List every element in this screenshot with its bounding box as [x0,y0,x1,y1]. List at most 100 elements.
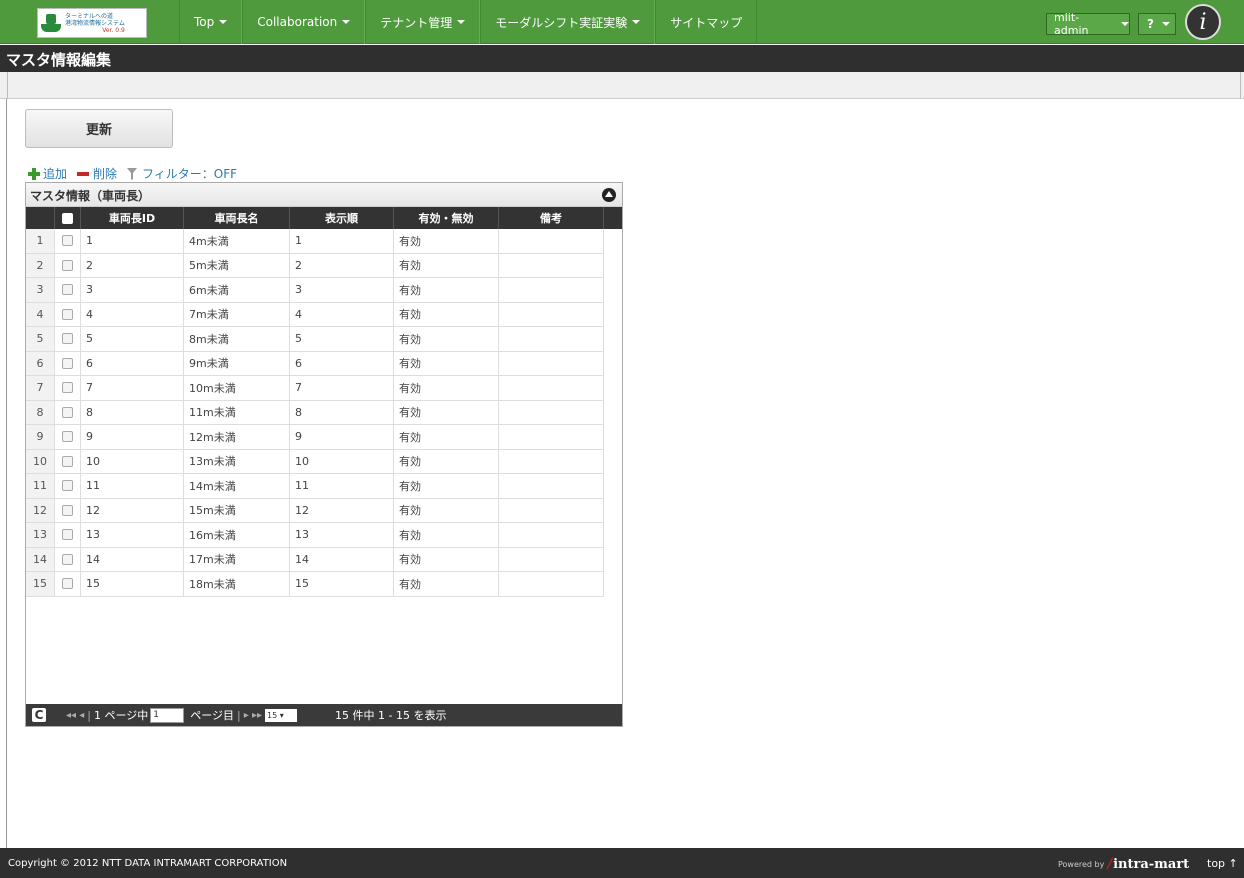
cell-name[interactable]: 6m未満 [184,278,290,303]
next-last-page-buttons[interactable]: ▸ ▸▸ [244,710,262,721]
row-checkbox[interactable] [62,431,73,443]
menu-modal-shift[interactable]: モーダルシフト実証実験 [480,0,656,44]
cell-name[interactable]: 17m未満 [184,547,290,572]
cell-id[interactable]: 14 [81,547,184,572]
add-row-button[interactable]: 追加 [28,165,67,182]
cell-name[interactable]: 14m未満 [184,474,290,499]
row-select[interactable] [55,351,81,376]
cell-note[interactable] [499,572,604,597]
cell-name[interactable]: 10m未満 [184,376,290,401]
cell-order[interactable]: 9 [290,425,394,450]
app-logo[interactable]: ターミナルへの道 港湾物流情報システム Ver. 0.9 [37,8,147,38]
header-select-all[interactable] [55,207,81,229]
row-select[interactable] [55,376,81,401]
table-row[interactable]: 14 14 17m未満 14 有効 [26,547,622,572]
cell-valid[interactable]: 有効 [394,376,499,401]
cell-name[interactable]: 9m未満 [184,351,290,376]
menu-sitemap[interactable]: サイトマップ [655,0,758,44]
menu-tenant-admin[interactable]: テナント管理 [365,0,481,44]
update-button[interactable]: 更新 [25,109,173,148]
cell-name[interactable]: 4m未満 [184,229,290,254]
cell-id[interactable]: 4 [81,302,184,327]
cell-name[interactable]: 7m未満 [184,302,290,327]
refresh-icon[interactable]: C [32,708,46,722]
cell-note[interactable] [499,229,604,254]
cell-order[interactable]: 13 [290,523,394,548]
cell-note[interactable] [499,547,604,572]
table-row[interactable]: 5 5 8m未満 5 有効 [26,327,622,352]
cell-id[interactable]: 1 [81,229,184,254]
cell-order[interactable]: 12 [290,498,394,523]
table-row[interactable]: 1 1 4m未満 1 有効 [26,229,622,254]
cell-id[interactable]: 5 [81,327,184,352]
menu-top[interactable]: Top [179,0,243,44]
table-row[interactable]: 7 7 10m未満 7 有効 [26,376,622,401]
back-to-top-link[interactable]: top ↑ [1207,857,1238,870]
row-select[interactable] [55,302,81,327]
collapse-icon[interactable] [602,188,616,202]
header-name[interactable]: 車両長名 [184,207,290,229]
cell-valid[interactable]: 有効 [394,547,499,572]
cell-note[interactable] [499,253,604,278]
cell-name[interactable]: 8m未満 [184,327,290,352]
cell-name[interactable]: 12m未満 [184,425,290,450]
cell-valid[interactable]: 有効 [394,351,499,376]
row-select[interactable] [55,547,81,572]
table-row[interactable]: 11 11 14m未満 11 有効 [26,474,622,499]
row-select[interactable] [55,278,81,303]
cell-id[interactable]: 3 [81,278,184,303]
user-menu-button[interactable]: mlit-admin [1046,11,1130,37]
menu-collaboration[interactable]: Collaboration [242,0,366,44]
table-row[interactable]: 10 10 13m未満 10 有効 [26,449,622,474]
cell-id[interactable]: 6 [81,351,184,376]
cell-name[interactable]: 11m未満 [184,400,290,425]
cell-note[interactable] [499,400,604,425]
row-select[interactable] [55,229,81,254]
cell-name[interactable]: 13m未満 [184,449,290,474]
cell-name[interactable]: 16m未満 [184,523,290,548]
table-row[interactable]: 6 6 9m未満 6 有効 [26,351,622,376]
header-id[interactable]: 車両長ID [81,207,184,229]
table-row[interactable]: 3 3 6m未満 3 有効 [26,278,622,303]
cell-id[interactable]: 7 [81,376,184,401]
row-checkbox[interactable] [62,406,73,418]
cell-note[interactable] [499,498,604,523]
table-row[interactable]: 9 9 12m未満 9 有効 [26,425,622,450]
cell-order[interactable]: 8 [290,400,394,425]
row-checkbox[interactable] [62,284,73,296]
page-number-input[interactable]: 1 [150,707,185,723]
row-checkbox[interactable] [62,259,73,271]
header-order[interactable]: 表示順 [290,207,394,229]
cell-valid[interactable]: 有効 [394,523,499,548]
cell-valid[interactable]: 有効 [394,572,499,597]
row-checkbox[interactable] [62,382,73,394]
cell-note[interactable] [499,278,604,303]
row-select[interactable] [55,474,81,499]
rows-per-page-select[interactable]: 15 ▾ [265,708,297,722]
cell-valid[interactable]: 有効 [394,278,499,303]
row-checkbox[interactable] [62,235,73,247]
row-select[interactable] [55,572,81,597]
cell-order[interactable]: 15 [290,572,394,597]
cell-note[interactable] [499,351,604,376]
header-valid[interactable]: 有効・無効 [394,207,499,229]
cell-id[interactable]: 2 [81,253,184,278]
cell-order[interactable]: 14 [290,547,394,572]
cell-note[interactable] [499,302,604,327]
cell-valid[interactable]: 有効 [394,474,499,499]
row-checkbox[interactable] [62,455,73,467]
row-select[interactable] [55,425,81,450]
cell-id[interactable]: 8 [81,400,184,425]
filter-toggle-button[interactable]: フィルター：OFF [127,165,237,182]
cell-id[interactable]: 12 [81,498,184,523]
help-menu-button[interactable]: ? [1138,13,1176,35]
cell-order[interactable]: 2 [290,253,394,278]
cell-valid[interactable]: 有効 [394,400,499,425]
row-select[interactable] [55,449,81,474]
row-checkbox[interactable] [62,578,73,590]
cell-id[interactable]: 13 [81,523,184,548]
cell-valid[interactable]: 有効 [394,302,499,327]
cell-note[interactable] [499,474,604,499]
select-all-checkbox[interactable] [62,212,73,224]
cell-valid[interactable]: 有効 [394,449,499,474]
